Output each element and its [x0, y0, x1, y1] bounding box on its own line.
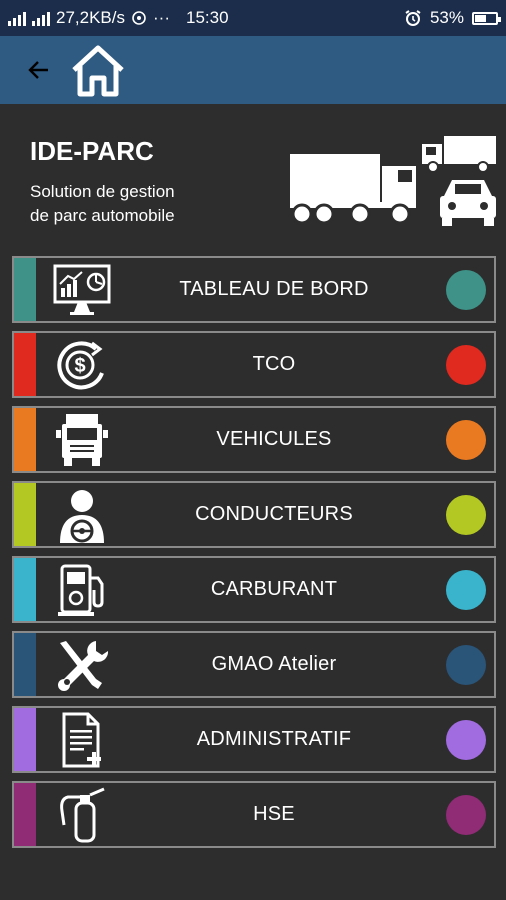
menu-label: TCO	[252, 353, 296, 375]
menu-item-tableau-de-bord[interactable]: TABLEAU DE BORD	[12, 256, 496, 323]
menu-item-tco[interactable]: $ TCO	[12, 331, 496, 398]
color-stripe	[14, 258, 36, 321]
menu-label: HSE	[253, 803, 295, 825]
nfc-icon	[132, 11, 146, 25]
menu-label: CONDUCTEURS	[195, 503, 353, 525]
menu-label: GMAO Atelier	[211, 653, 337, 675]
svg-text:$: $	[74, 355, 85, 377]
status-bar: 27,2KB/s ··· 15:30 53%	[0, 0, 506, 36]
color-stripe	[14, 408, 36, 471]
truck-icon	[56, 414, 108, 466]
menu-label: VEHICULES	[216, 428, 332, 450]
more-dots: ···	[153, 8, 170, 27]
dollar-cycle-icon: $	[57, 341, 104, 390]
menu-label: CARBURANT	[210, 578, 338, 600]
header: IDE-PARC Solution de gestion de parc aut…	[0, 104, 506, 252]
color-stripe	[14, 783, 36, 846]
dashboard-icon	[53, 264, 111, 315]
menu-item-gmao-atelier[interactable]: GMAO Atelier	[12, 631, 496, 698]
home-icon[interactable]	[68, 40, 128, 100]
driver-icon	[60, 490, 104, 543]
status-time: 15:30	[185, 8, 229, 27]
network-speed: 27,2KB/s	[56, 8, 125, 27]
menu-item-conducteurs[interactable]: CONDUCTEURS	[12, 481, 496, 548]
back-button[interactable]	[24, 55, 54, 85]
battery-percent: 53%	[429, 8, 464, 27]
document-icon	[62, 712, 101, 768]
menu-item-vehicules[interactable]: VEHICULES	[12, 406, 496, 473]
status-dot	[446, 270, 486, 310]
color-stripe	[14, 483, 36, 546]
app-bar	[0, 36, 506, 104]
subtitle-line-2: de parc automobile	[30, 206, 175, 225]
tools-icon	[58, 641, 109, 691]
main-menu: TABLEAU DE BORD $ TCO VEHICULES CONDUCTE…	[12, 256, 496, 856]
arrow-left-icon	[28, 61, 48, 79]
status-dot	[446, 420, 486, 460]
status-dot	[446, 570, 486, 610]
menu-label: ADMINISTRATIF	[196, 728, 352, 750]
semi-truck-icon	[290, 154, 416, 225]
menu-item-administratif[interactable]: ADMINISTRATIF	[12, 706, 496, 773]
color-stripe	[14, 558, 36, 621]
color-stripe	[14, 333, 36, 396]
menu-item-hse[interactable]: HSE	[12, 781, 496, 848]
signal-icon	[8, 10, 26, 26]
small-truck-icon	[422, 136, 496, 173]
car-icon	[440, 180, 496, 226]
battery-icon	[472, 11, 501, 25]
menu-item-carburant[interactable]: CARBURANT	[12, 556, 496, 623]
signal-icon-2	[32, 10, 50, 26]
fuel-pump-icon	[58, 564, 104, 616]
status-dot	[446, 495, 486, 535]
status-dot	[446, 795, 486, 835]
app-title: IDE-PARC	[30, 136, 154, 166]
fire-extinguisher-icon	[60, 787, 105, 843]
color-stripe	[14, 708, 36, 771]
alarm-icon	[405, 10, 421, 26]
fleet-illustration	[290, 136, 496, 226]
subtitle-line-1: Solution de gestion	[30, 182, 175, 201]
status-dot	[446, 645, 486, 685]
menu-label: TABLEAU DE BORD	[179, 278, 369, 300]
status-dot	[446, 345, 486, 385]
status-dot	[446, 720, 486, 760]
app-subtitle: Solution de gestion de parc automobile	[30, 180, 230, 228]
color-stripe	[14, 633, 36, 696]
